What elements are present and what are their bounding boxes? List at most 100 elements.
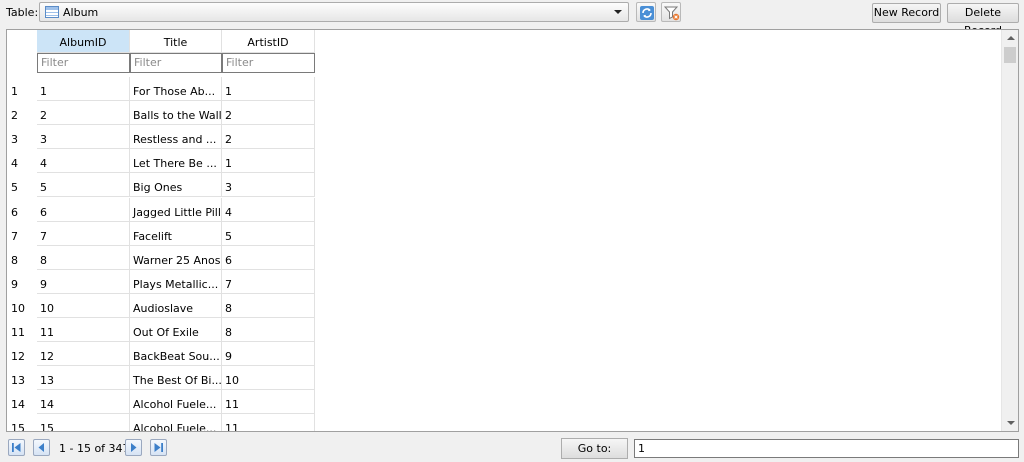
cell-albumid[interactable]: 3: [37, 125, 130, 149]
table-row[interactable]: 9 9 Plays Metallic... 7: [7, 270, 315, 294]
chevron-down-icon: [614, 10, 622, 14]
cell-title[interactable]: Big Ones: [130, 173, 222, 197]
clear-filters-button[interactable]: [661, 2, 681, 22]
cell-albumid[interactable]: 9: [37, 270, 130, 294]
filter-albumid[interactable]: Filter: [37, 53, 130, 73]
table-row[interactable]: 10 10 Audioslave 8: [7, 294, 315, 318]
goto-input[interactable]: 1: [634, 439, 1019, 458]
row-number[interactable]: 12: [7, 348, 37, 366]
table-row[interactable]: 14 14 Alcohol Fuele... 11: [7, 390, 315, 414]
cell-title[interactable]: Alcohol Fuele...: [130, 390, 222, 414]
cell-artistid[interactable]: 6: [222, 246, 315, 270]
cell-albumid[interactable]: 10: [37, 294, 130, 318]
data-grid: AlbumID Title ArtistID Filter Filter Fil…: [6, 29, 1019, 432]
cell-albumid[interactable]: 15: [37, 414, 130, 431]
table-row[interactable]: 7 7 Facelift 5: [7, 222, 315, 246]
row-number[interactable]: 2: [7, 107, 37, 125]
cell-artistid[interactable]: 1: [222, 77, 315, 101]
cell-title[interactable]: Facelift: [130, 222, 222, 246]
scroll-up-icon[interactable]: [1007, 36, 1015, 40]
refresh-icon: [640, 6, 654, 20]
cell-artistid[interactable]: 10: [222, 366, 315, 390]
cell-artistid[interactable]: 8: [222, 294, 315, 318]
new-record-button[interactable]: New Record: [872, 3, 941, 23]
table-row[interactable]: 5 5 Big Ones 3: [7, 173, 315, 197]
row-number[interactable]: 15: [7, 420, 37, 431]
vertical-scrollbar[interactable]: [1001, 30, 1018, 431]
cell-title[interactable]: Jagged Little Pill: [130, 198, 222, 222]
cell-title[interactable]: Audioslave: [130, 294, 222, 318]
cell-artistid[interactable]: 4: [222, 198, 315, 222]
table-select[interactable]: Album: [39, 2, 629, 22]
cell-albumid[interactable]: 4: [37, 149, 130, 173]
table-row[interactable]: 8 8 Warner 25 Anos 6: [7, 246, 315, 270]
cell-albumid[interactable]: 1: [37, 77, 130, 101]
column-header-albumid[interactable]: AlbumID: [37, 30, 130, 53]
next-page-button[interactable]: [125, 439, 142, 456]
row-number[interactable]: 8: [7, 252, 37, 270]
cell-albumid[interactable]: 5: [37, 173, 130, 197]
row-number[interactable]: 6: [7, 204, 37, 222]
column-header-artistid[interactable]: ArtistID: [222, 30, 315, 53]
cell-artistid[interactable]: 8: [222, 318, 315, 342]
column-header-title[interactable]: Title: [130, 30, 222, 53]
cell-albumid[interactable]: 8: [37, 246, 130, 270]
cell-artistid[interactable]: 11: [222, 414, 315, 431]
table-row[interactable]: 15 15 Alcohol Fuele... 11: [7, 414, 315, 431]
row-number[interactable]: 9: [7, 276, 37, 294]
filter-title[interactable]: Filter: [130, 53, 222, 73]
scroll-down-icon[interactable]: [1007, 421, 1015, 425]
refresh-button[interactable]: [636, 2, 656, 22]
cell-albumid[interactable]: 2: [37, 101, 130, 125]
cell-albumid[interactable]: 7: [37, 222, 130, 246]
cell-title[interactable]: Let There Be ...: [130, 149, 222, 173]
cell-title[interactable]: BackBeat Sou...: [130, 342, 222, 366]
cell-albumid[interactable]: 14: [37, 390, 130, 414]
filter-artistid[interactable]: Filter: [222, 53, 315, 73]
cell-artistid[interactable]: 1: [222, 149, 315, 173]
row-number[interactable]: 10: [7, 300, 37, 318]
cell-artistid[interactable]: 2: [222, 101, 315, 125]
cell-artistid[interactable]: 3: [222, 173, 315, 197]
cell-title[interactable]: Alcohol Fuele...: [130, 414, 222, 431]
goto-button[interactable]: Go to:: [561, 438, 628, 459]
cell-albumid[interactable]: 6: [37, 198, 130, 222]
row-number[interactable]: 5: [7, 179, 37, 197]
row-number[interactable]: 14: [7, 396, 37, 414]
table-row[interactable]: 12 12 BackBeat Sou... 9: [7, 342, 315, 366]
table-row[interactable]: 11 11 Out Of Exile 8: [7, 318, 315, 342]
row-number[interactable]: 4: [7, 155, 37, 173]
table-row[interactable]: 1 1 For Those Ab... 1: [7, 77, 315, 101]
row-number[interactable]: 3: [7, 131, 37, 149]
row-number[interactable]: 13: [7, 372, 37, 390]
cell-artistid[interactable]: 2: [222, 125, 315, 149]
cell-albumid[interactable]: 12: [37, 342, 130, 366]
scroll-thumb[interactable]: [1004, 47, 1016, 63]
cell-title[interactable]: Balls to the Wall: [130, 101, 222, 125]
cell-albumid[interactable]: 11: [37, 318, 130, 342]
row-number[interactable]: 11: [7, 324, 37, 342]
table-row[interactable]: 2 2 Balls to the Wall 2: [7, 101, 315, 125]
last-page-button[interactable]: [150, 439, 167, 456]
cell-title[interactable]: Plays Metallic...: [130, 270, 222, 294]
cell-albumid[interactable]: 13: [37, 366, 130, 390]
table-row[interactable]: 6 6 Jagged Little Pill 4: [7, 198, 315, 222]
table-row[interactable]: 3 3 Restless and ... 2: [7, 125, 315, 149]
row-number[interactable]: 1: [7, 83, 37, 101]
first-page-button[interactable]: [8, 439, 25, 456]
cell-title[interactable]: The Best Of Bi...: [130, 366, 222, 390]
delete-record-button[interactable]: Delete Record: [947, 3, 1019, 37]
cell-title[interactable]: For Those Ab...: [130, 77, 222, 101]
cell-artistid[interactable]: 5: [222, 222, 315, 246]
cell-title[interactable]: Warner 25 Anos: [130, 246, 222, 270]
cell-title[interactable]: Out Of Exile: [130, 318, 222, 342]
table-label: Table:: [6, 6, 39, 19]
cell-artistid[interactable]: 11: [222, 390, 315, 414]
cell-artistid[interactable]: 9: [222, 342, 315, 366]
previous-page-button[interactable]: [33, 439, 50, 456]
row-number[interactable]: 7: [7, 228, 37, 246]
table-row[interactable]: 4 4 Let There Be ... 1: [7, 149, 315, 173]
cell-title[interactable]: Restless and ...: [130, 125, 222, 149]
cell-artistid[interactable]: 7: [222, 270, 315, 294]
table-row[interactable]: 13 13 The Best Of Bi... 10: [7, 366, 315, 390]
